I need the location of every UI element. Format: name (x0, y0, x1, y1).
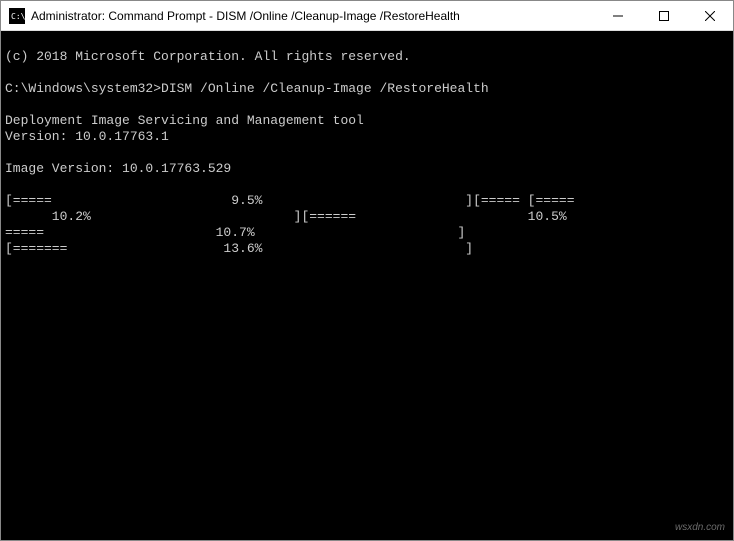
terminal-line: [======= 13.6% ] (5, 241, 473, 256)
terminal-line: ===== 10.7% ] (5, 225, 465, 240)
window-title: Administrator: Command Prompt - DISM /On… (31, 9, 595, 23)
maximize-icon (659, 11, 669, 21)
titlebar: C:\ Administrator: Command Prompt - DISM… (1, 1, 733, 31)
maximize-button[interactable] (641, 1, 687, 30)
close-icon (705, 11, 715, 21)
terminal-line: (c) 2018 Microsoft Corporation. All righ… (5, 49, 411, 64)
close-button[interactable] (687, 1, 733, 30)
cmd-icon: C:\ (9, 8, 25, 24)
terminal-line: C:\Windows\system32>DISM /Online /Cleanu… (5, 81, 489, 96)
minimize-icon (613, 11, 623, 21)
terminal-line: Version: 10.0.17763.1 (5, 129, 169, 144)
watermark: wsxdn.com (675, 520, 725, 536)
minimize-button[interactable] (595, 1, 641, 30)
terminal-line: 10.2% ][====== 10.5% [= (5, 209, 733, 224)
terminal-line: Deployment Image Servicing and Managemen… (5, 113, 364, 128)
terminal-line: [===== 9.5% ][===== [===== (5, 193, 575, 208)
svg-text:C:\: C:\ (11, 12, 25, 21)
window-controls (595, 1, 733, 30)
terminal-line: Image Version: 10.0.17763.529 (5, 161, 231, 176)
terminal-output[interactable]: (c) 2018 Microsoft Corporation. All righ… (1, 31, 733, 540)
